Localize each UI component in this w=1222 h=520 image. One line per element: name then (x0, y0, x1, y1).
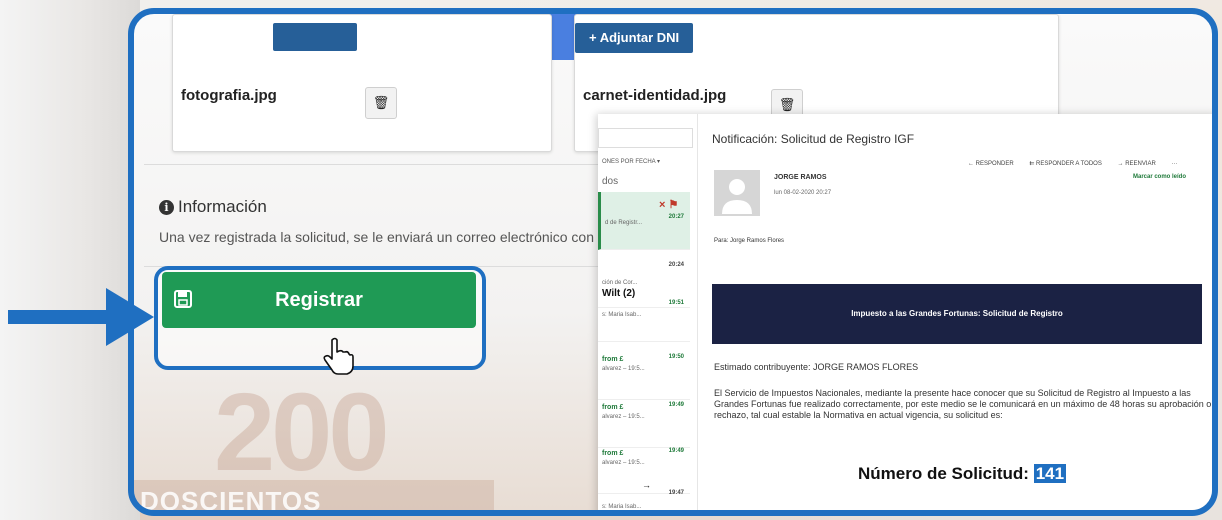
id-file-name: carnet-identidad.jpg (583, 87, 727, 104)
banknote-watermark-number: 200 (214, 371, 390, 494)
email-subject: Notificación: Solicitud de Registro IGF (712, 132, 915, 146)
info-icon: i (159, 200, 174, 215)
photo-upload-card: fotografia.jpg 🗑 (172, 14, 552, 152)
more-options-icon[interactable]: ··· (1172, 161, 1178, 167)
list-item[interactable]: → 19:47 s: Maria Isab... (598, 466, 690, 510)
trash-icon: 🗑 (778, 97, 796, 112)
info-text: Una vez registrada la solicitud, se le e… (159, 229, 595, 245)
reply-all-button[interactable]: ⇇ RESPONDER A TODOS (1029, 161, 1102, 167)
sender-name: JORGE RAMOS (774, 174, 827, 181)
list-item[interactable]: Wilt (2) s: Maria Isab... 19:51 (598, 284, 690, 342)
delete-photo-button[interactable]: 🗑 (365, 87, 397, 119)
mail-search-input[interactable] (598, 128, 693, 148)
hand-cursor-icon (323, 337, 354, 375)
reply-button[interactable]: ← RESPONDER (968, 161, 1014, 167)
register-label: Registrar (275, 289, 363, 311)
forward-button[interactable]: → REENVIAR (1118, 161, 1156, 167)
mail-list-pane: ONES POR FECHA ▾ dos × ⚑ d de Registr...… (598, 114, 698, 510)
banknote-watermark-text: DOSCIENTOS BOLIVIANOS (134, 480, 494, 510)
user-avatar-icon (722, 179, 752, 214)
mail-filter[interactable]: dos (602, 176, 618, 187)
request-number: 141 (1033, 464, 1067, 483)
email-date: lun 08-02-2020 20:27 (774, 190, 832, 196)
email-greeting: Estimado contribuyente: JORGE RAMOS FLOR… (714, 362, 919, 372)
info-title-text: Información (178, 197, 267, 216)
register-button[interactable]: Registrar (162, 272, 476, 328)
trash-icon: 🗑 (372, 95, 390, 110)
request-number-line: Número de Solicitud: 141 (858, 464, 1067, 484)
pointer-arrow-icon (8, 288, 154, 346)
avatar (714, 170, 760, 216)
request-label: Número de Solicitud: (858, 464, 1029, 483)
email-body: El Servicio de Impuestos Nacionales, med… (714, 388, 1212, 420)
list-item[interactable]: × ⚑ d de Registr... 20:27 (598, 192, 690, 250)
info-heading: i Información (159, 197, 267, 217)
attach-dni-button[interactable]: + Adjuntar DNI (575, 23, 694, 53)
mail-sort-dropdown[interactable]: ONES POR FECHA ▾ (602, 158, 660, 165)
email-actions: ← RESPONDER ⇇ RESPONDER A TODOS → REENVI… (968, 160, 1192, 167)
attach-photo-button[interactable] (273, 23, 357, 51)
email-banner: Impuesto a las Grandes Fortunas: Solicit… (712, 284, 1202, 344)
screenshot-frame: fotografia.jpg 🗑 + Adjuntar DNI carnet-i… (128, 8, 1218, 516)
mark-as-read-link[interactable]: Marcar como leído (1133, 174, 1186, 180)
email-window: ONES POR FECHA ▾ dos × ⚑ d de Registr...… (598, 114, 1212, 510)
photo-file-name: fotografia.jpg (181, 87, 277, 104)
background-strip (0, 0, 140, 520)
recipient-line: Para: Jorge Ramos Flores (714, 238, 785, 244)
